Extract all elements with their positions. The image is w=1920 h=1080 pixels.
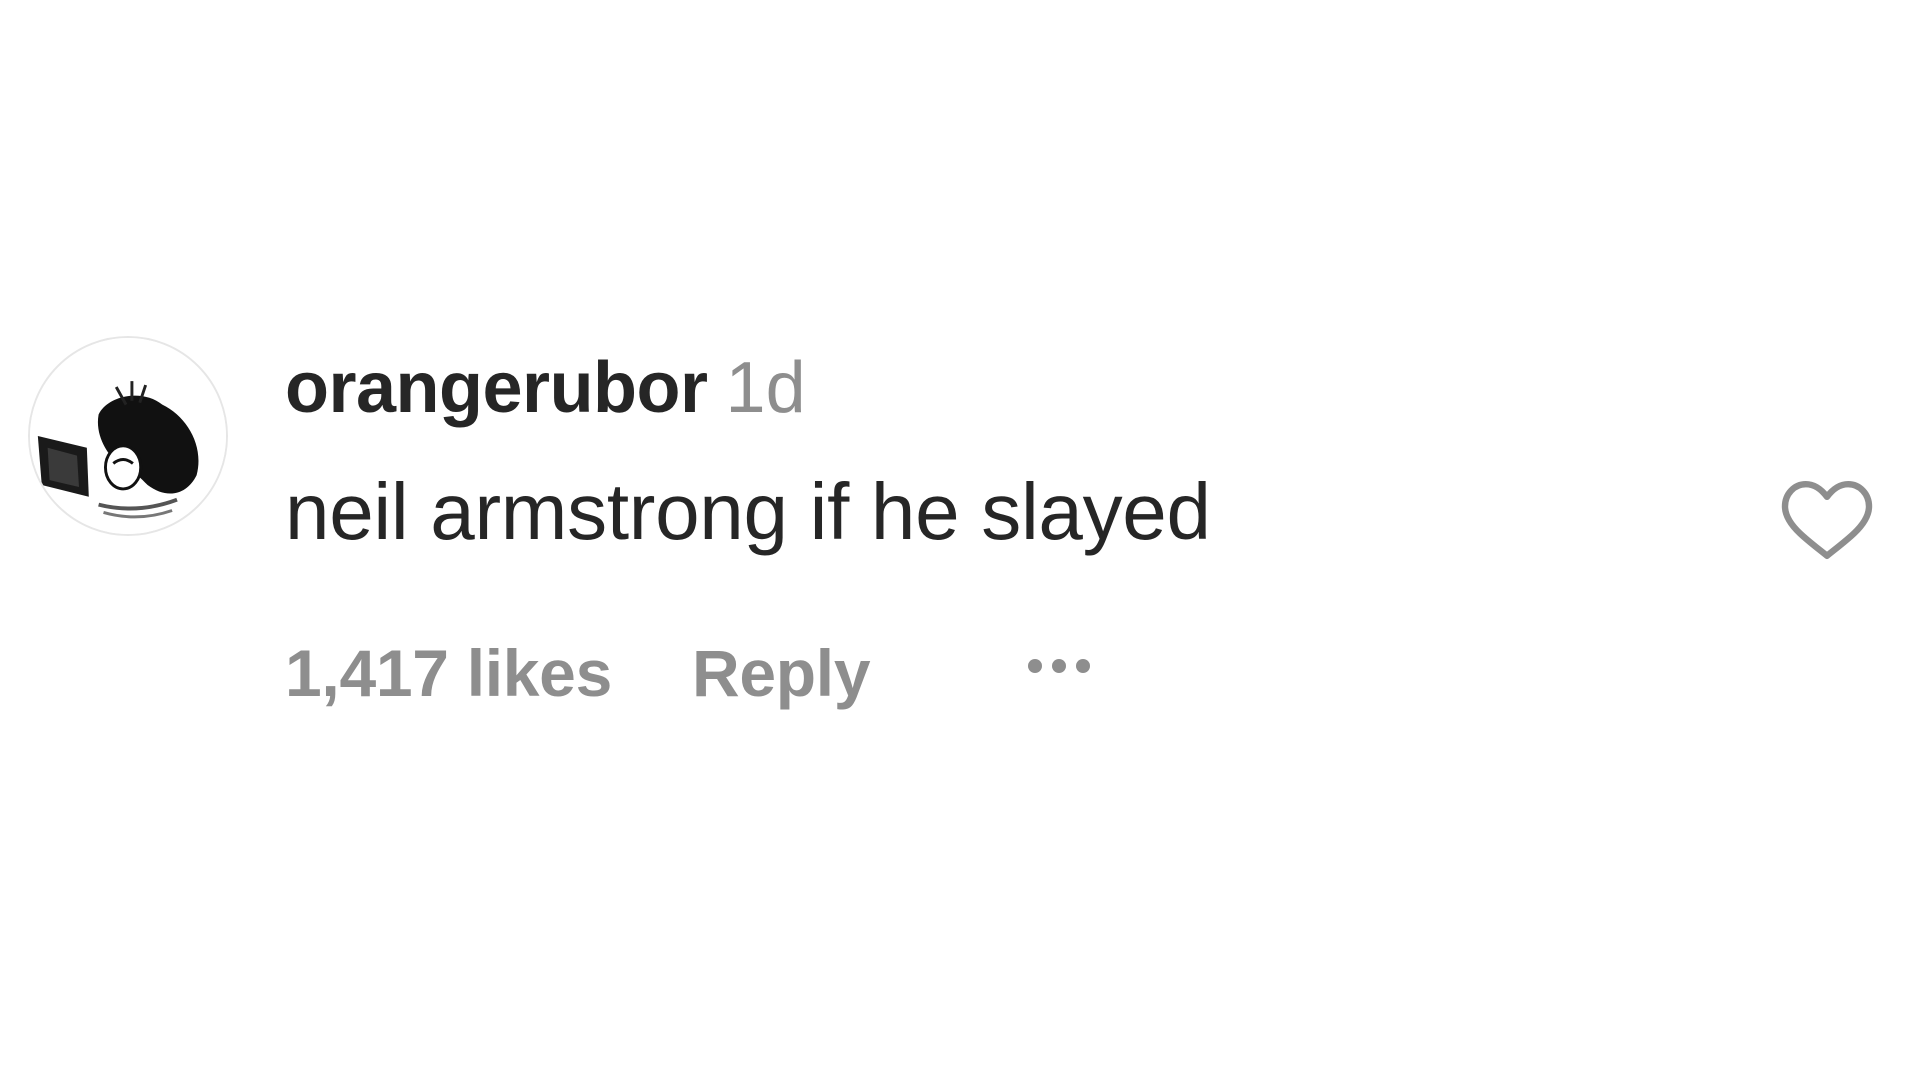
timestamp[interactable]: 1d <box>726 348 806 428</box>
more-dot <box>1052 659 1067 673</box>
likes-count[interactable]: 1,417 likes <box>285 640 612 706</box>
heart-outline-icon <box>1781 481 1873 559</box>
avatar-image <box>30 338 226 534</box>
more-options-icon[interactable] <box>1028 633 1091 699</box>
reply-button[interactable]: Reply <box>692 640 871 706</box>
more-dot <box>1028 659 1043 673</box>
heart-icon[interactable] <box>1776 472 1878 568</box>
comment-text: neil armstrong if he slayed <box>285 467 1211 556</box>
username[interactable]: orangerubor <box>285 348 708 428</box>
comment-actions: 1,417 likes Reply <box>285 640 1091 706</box>
more-dot <box>1076 659 1091 673</box>
comment-item: orangerubor 1d neil armstrong if he slaye… <box>0 0 1920 1080</box>
avatar[interactable] <box>28 336 228 536</box>
comment-header: orangerubor 1d <box>285 352 806 424</box>
